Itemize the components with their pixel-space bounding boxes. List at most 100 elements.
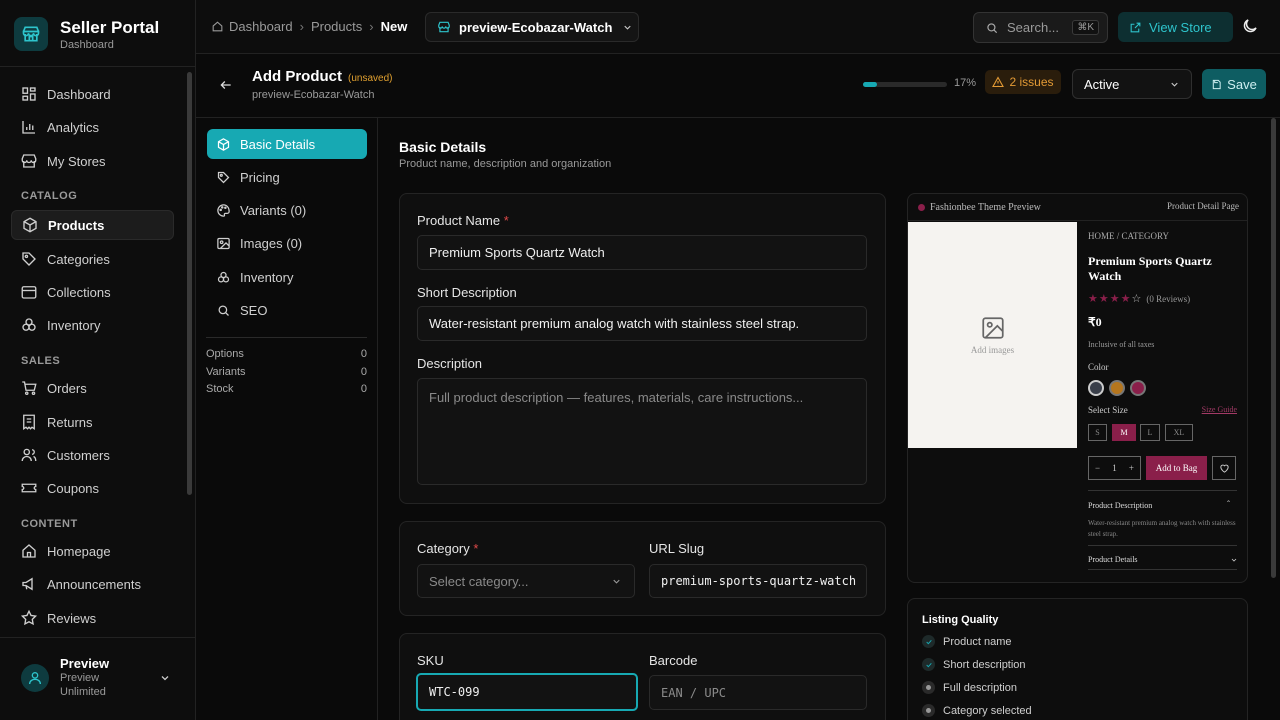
description-textarea[interactable]: Full product description — features, mat… [417, 378, 867, 485]
search-icon [985, 21, 999, 35]
palette-icon [216, 203, 231, 218]
product-details-accordion[interactable]: Product Details [1088, 555, 1138, 564]
plus-icon[interactable]: + [1129, 463, 1134, 473]
quality-item-done: Product name [922, 635, 1011, 648]
minus-icon[interactable]: − [1095, 463, 1100, 473]
tab-label: Basic Details [240, 136, 316, 152]
theme-toggle-moon-icon[interactable] [1241, 17, 1259, 35]
breadcrumb: Dashboard › Products › New [211, 19, 407, 34]
chevron-down-icon[interactable] [1230, 556, 1238, 564]
organization-card: Category * Select category... URL Slug p… [399, 521, 886, 616]
quality-item-label: Product name [943, 635, 1012, 648]
color-swatch[interactable] [1130, 380, 1146, 396]
save-button[interactable]: Save [1202, 69, 1266, 99]
size-option[interactable]: XL [1165, 424, 1193, 441]
sidebar-item-orders[interactable]: Orders [11, 373, 174, 403]
sidebar-item-label: My Stores [47, 153, 106, 169]
sidebar-item-label: Categories [47, 251, 110, 267]
main-scrollbar[interactable] [1271, 118, 1276, 578]
listing-quality-title: Listing Quality [922, 614, 999, 626]
store-icon [437, 20, 451, 34]
preview-reviews: (0 Reviews) [1146, 293, 1191, 304]
preview-image-placeholder[interactable]: Add images [908, 222, 1077, 448]
back-arrow-icon[interactable] [219, 78, 233, 92]
page-title-text: Add Product [252, 68, 342, 85]
view-store-button[interactable]: View Store [1118, 12, 1233, 42]
url-slug-label: URL Slug [649, 541, 705, 556]
divider [1088, 569, 1237, 570]
user-plan: Preview Unlimited [60, 672, 106, 698]
section-title-catalog: CATALOG [21, 190, 78, 202]
sidebar-item-reviews[interactable]: Reviews [11, 603, 174, 633]
issues-badge[interactable]: 2 issues [985, 70, 1061, 94]
sidebar-item-label: Collections [47, 284, 111, 300]
user-menu[interactable]: Preview Preview Unlimited [21, 656, 120, 699]
tab-variants[interactable]: Variants (0) [207, 195, 367, 225]
search-input[interactable]: Search... ⌘K [973, 12, 1108, 43]
size-option[interactable]: L [1140, 424, 1160, 441]
size-guide-link[interactable]: Size Guide [1202, 405, 1237, 414]
color-swatch[interactable] [1109, 380, 1125, 396]
product-name-input[interactable]: Premium Sports Quartz Watch [417, 235, 867, 270]
preview-rating: ★★★★☆ (0 Reviews) [1088, 292, 1190, 305]
add-to-bag-button[interactable]: Add to Bag [1146, 456, 1207, 480]
breadcrumb-dashboard[interactable]: Dashboard [229, 19, 293, 34]
product-description-accordion[interactable]: Product Description [1088, 501, 1152, 510]
stat-stock: Stock 0 [206, 383, 367, 395]
url-slug-input[interactable]: premium-sports-quartz-watch [649, 564, 867, 598]
category-select[interactable]: Select category... [417, 564, 635, 598]
size-option[interactable]: S [1088, 424, 1107, 441]
tab-pricing[interactable]: Pricing [207, 162, 367, 192]
sidebar-item-announcements[interactable]: Announcements [11, 569, 174, 599]
status-select[interactable]: Active [1072, 69, 1192, 99]
sidebar-item-returns[interactable]: Returns [11, 407, 174, 437]
sidebar-item-label: Coupons [47, 480, 100, 496]
sidebar-item-analytics[interactable]: Analytics [11, 112, 174, 142]
megaphone-icon [20, 575, 38, 593]
short-description-input[interactable]: Water-resistant premium analog watch wit… [417, 306, 867, 341]
description-label: Description [417, 356, 483, 371]
search-shortcut: ⌘K [1072, 20, 1099, 35]
sidebar-item-customers[interactable]: Customers [11, 440, 174, 470]
chevron-down-icon[interactable] [159, 672, 171, 684]
sidebar-item-homepage[interactable]: Homepage [11, 536, 174, 566]
sku-input[interactable]: WTC-099 [416, 673, 638, 711]
sidebar-item-label: Customers [47, 447, 110, 463]
heart-icon[interactable] [1212, 456, 1236, 480]
section-subtitle: Product name, description and organizati… [399, 158, 612, 170]
divider [206, 337, 367, 338]
sidebar-item-my-stores[interactable]: My Stores [11, 146, 174, 176]
section-title: Basic Details [399, 139, 487, 155]
sidebar-item-label: Analytics [47, 119, 100, 135]
barcode-input[interactable]: EAN / UPC [649, 675, 867, 710]
issues-count: 2 issues [1009, 75, 1054, 89]
quantity-stepper[interactable]: − 1 + [1088, 456, 1141, 480]
tab-basic-details[interactable]: Basic Details [207, 129, 367, 159]
breadcrumb-products[interactable]: Products [311, 19, 362, 34]
chevron-down-icon [611, 576, 622, 587]
sidebar-item-collections[interactable]: Collections [11, 277, 174, 307]
chevron-up-icon[interactable]: ˆ [1227, 499, 1230, 509]
color-swatch[interactable] [1088, 380, 1104, 396]
sidebar-item-products[interactable]: Products [11, 210, 174, 240]
sidebar-scrollbar[interactable] [187, 72, 192, 495]
preview-tax: Inclusive of all taxes [1088, 340, 1155, 349]
size-option-selected[interactable]: M [1112, 424, 1136, 441]
user-avatar-icon [21, 664, 49, 692]
store-selector[interactable]: preview-Ecobazar-Watch [425, 12, 639, 42]
sidebar-item-categories[interactable]: Categories [11, 244, 174, 274]
tab-seo[interactable]: SEO [207, 295, 367, 325]
product-name-label: Product Name * [417, 213, 509, 228]
tab-inventory[interactable]: Inventory [207, 262, 367, 292]
brand[interactable]: Seller Portal Dashboard [14, 17, 159, 51]
sidebar-item-dashboard[interactable]: Dashboard [11, 79, 174, 109]
sidebar-item-inventory[interactable]: Inventory [11, 310, 174, 340]
tab-images[interactable]: Images (0) [207, 228, 367, 258]
stat-value: 0 [360, 366, 367, 378]
chevron-down-icon [622, 22, 633, 33]
sidebar-item-coupons[interactable]: Coupons [11, 473, 174, 503]
identifiers-card: SKU WTC-099 Barcode EAN / UPC [399, 633, 886, 720]
quality-item-pending: Category selected [922, 704, 1032, 717]
barcode-label: Barcode [649, 653, 698, 668]
category-placeholder: Select category... [429, 573, 529, 589]
